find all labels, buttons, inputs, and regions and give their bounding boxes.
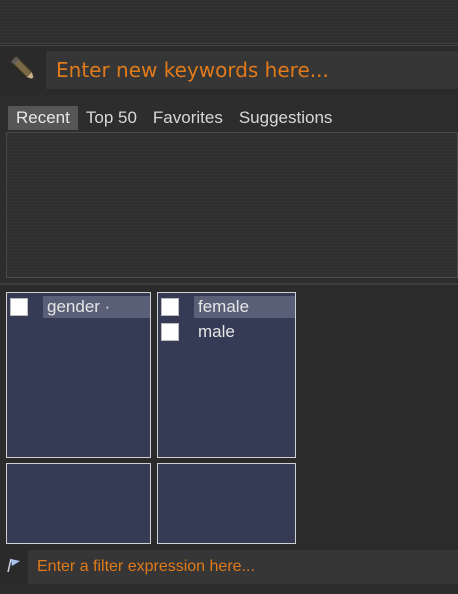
keyword-entry-row [0,45,458,93]
filter-input[interactable] [28,550,458,584]
empty-facet-panel[interactable] [157,463,296,544]
facet-item-label: female [194,296,295,318]
empty-facet-panel[interactable] [6,463,151,544]
list-item[interactable]: female [158,295,295,319]
tab-content-area[interactable] [6,132,458,278]
tab-suggestions[interactable]: Suggestions [231,106,341,130]
keyword-tabs-panel: Recent Top 50 Favorites Suggestions [0,96,458,282]
male-checkbox[interactable] [161,323,179,341]
facet-item-label: male [198,322,235,341]
facet-item-label: gender · [43,296,150,318]
tab-favorites[interactable]: Favorites [145,106,231,130]
list-item[interactable]: male [158,320,295,344]
tab-top-50[interactable]: Top 50 [78,106,145,130]
facet-attribute-panel[interactable]: gender · [6,292,151,458]
splitter[interactable] [0,283,458,285]
list-item[interactable]: gender · [7,295,150,319]
gender-checkbox[interactable] [10,298,28,316]
filter-row [0,548,458,584]
pencil-icon [6,52,42,88]
tab-recent[interactable]: Recent [8,106,78,130]
keyword-input[interactable] [46,51,458,89]
facet-values-panel[interactable]: female male [157,292,296,458]
female-checkbox[interactable] [161,298,179,316]
top-toolbar [0,0,458,44]
tab-bar: Recent Top 50 Favorites Suggestions [8,106,340,130]
flag-icon [6,557,22,573]
